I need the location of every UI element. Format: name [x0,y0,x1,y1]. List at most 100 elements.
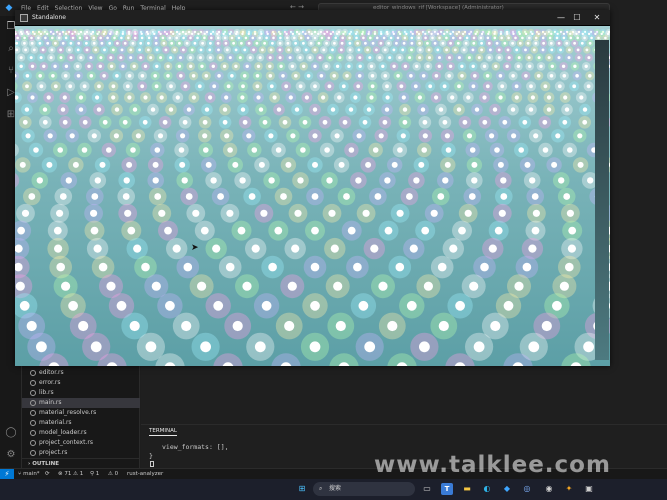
point-light [482,64,487,68]
point-light [162,119,168,125]
terminal-cursor [150,461,154,467]
file-item[interactable]: model_loader.rs [22,428,140,438]
standalone-taskbar-icon[interactable]: ▣ [583,483,595,495]
point-light [415,64,419,68]
point-light [27,32,30,36]
point-light [132,107,138,112]
point-light [87,64,91,68]
point-light [158,209,166,217]
file-item[interactable]: project_context.rs [22,438,140,448]
point-light [480,262,489,272]
point-light [49,56,53,60]
file-item[interactable]: lib.rs [22,388,140,398]
point-light [232,320,243,332]
tab-terminal[interactable]: TERMINAL [149,428,177,436]
point-light [510,107,516,112]
point-light [464,209,472,217]
point-light [597,36,600,40]
point-light [468,32,471,36]
point-light [606,32,610,36]
ports-status[interactable]: ⚲ 1 [90,469,99,479]
rust-analyzer-status[interactable]: rust-analyzer [127,469,163,479]
point-light [493,36,497,40]
point-light [362,209,370,217]
point-light [417,95,422,100]
point-light [294,209,302,217]
point-light [272,95,277,100]
maximize-button[interactable]: ☐ [570,12,584,24]
point-light [62,95,67,100]
point-light [38,41,42,45]
point-light [371,41,375,45]
task-view-icon[interactable]: ▭ [421,483,433,495]
sync-icon[interactable]: ⟳ [45,469,50,479]
outline-section[interactable]: › OUTLINE [22,458,140,468]
point-light [164,48,168,52]
file-item-active[interactable]: main.rs [22,398,140,408]
point-light [590,36,593,40]
remote-indicator-icon[interactable]: ⚡ [0,469,14,479]
point-light [348,48,352,52]
point-light [462,119,468,125]
blender-icon[interactable]: ✦ [563,483,575,495]
point-light [90,209,98,217]
point-light [183,84,188,89]
point-light [497,48,501,52]
point-light [392,32,395,36]
point-light [364,341,376,353]
file-item[interactable]: editor.rs [22,368,140,378]
account-icon[interactable]: ◯ [4,426,18,440]
edge-browser-icon[interactable]: ◐ [481,483,493,495]
point-light [125,84,130,89]
point-light [532,48,536,52]
point-light [15,41,19,45]
point-light [175,36,178,40]
app-icon[interactable]: ◎ [521,483,533,495]
point-light [164,226,172,235]
point-light [576,48,580,52]
point-light [403,36,407,40]
close-button[interactable]: ✕ [590,12,604,24]
terminal-panel[interactable]: TERMINAL [141,424,667,436]
point-light [437,193,445,200]
file-item[interactable]: project.rs [22,448,140,458]
standalone-window[interactable]: Standalone — ☐ ✕ ➤ [15,10,610,366]
branch-status[interactable]: ⑂ main* [18,469,40,479]
file-item[interactable]: material_resolve.rs [22,408,140,418]
point-light [169,84,173,89]
file-item[interactable]: material.rs [22,418,140,428]
typora-icon[interactable]: T [441,483,453,495]
rust-file-icon [30,390,36,396]
point-light [288,56,292,60]
minimize-button[interactable]: — [554,12,568,24]
point-light [423,281,433,291]
render-viewport[interactable]: ➤ [15,26,610,366]
problems-status[interactable]: ⊗ 71 ⚠ 1 [58,469,83,479]
point-light [258,56,262,60]
settings-gear-icon[interactable]: ⚙ [4,448,18,462]
point-light [251,147,258,153]
taskbar-search[interactable]: ⌕ 搜索 [313,482,415,496]
point-light [30,41,34,45]
point-light [521,36,524,40]
point-light [567,147,573,153]
point-light [135,133,141,139]
point-light [15,281,25,291]
point-light [217,193,225,200]
point-light [147,36,151,40]
vscode-taskbar-icon[interactable]: ◆ [501,483,513,495]
point-light [268,64,272,68]
point-light [99,56,103,60]
point-light [321,95,326,100]
point-light [542,41,545,45]
point-light [313,36,317,40]
warnings-status[interactable]: ⚠ 0 [108,469,118,479]
windows-start-icon[interactable]: ⊞ [296,483,308,495]
file-explorer-icon[interactable]: ▬ [461,483,473,495]
point-light [227,147,233,153]
github-icon[interactable]: ◉ [543,483,555,495]
point-light [28,193,36,200]
file-item[interactable]: error.rs [22,378,140,388]
point-light [285,161,292,168]
standalone-titlebar[interactable]: Standalone — ☐ ✕ [15,10,610,26]
